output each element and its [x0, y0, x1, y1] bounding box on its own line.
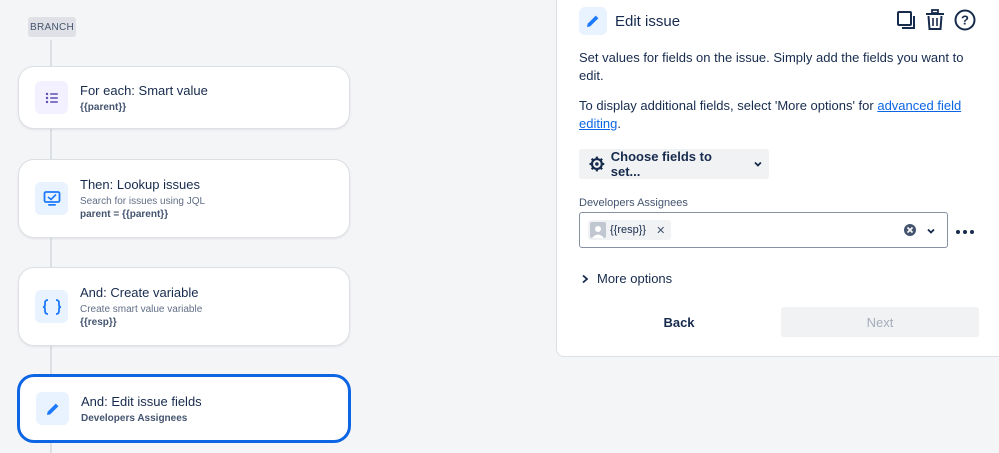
braces-icon — [35, 290, 68, 323]
duplicate-icon[interactable] — [894, 8, 918, 32]
svg-text:?: ? — [961, 13, 969, 28]
card-title: And: Create variable — [80, 285, 199, 300]
description-text: To display additional fields, select 'Mo… — [579, 98, 878, 113]
lookup-screen-icon — [35, 182, 68, 215]
branch-tag: BRANCH — [28, 17, 76, 37]
card-subtitle: Search for issues using JQL — [80, 196, 206, 207]
card-detail: {{parent}} — [80, 101, 127, 113]
more-options-label: More options — [597, 271, 673, 286]
remove-chip-icon[interactable]: ✕ — [656, 224, 665, 237]
pencil-icon — [579, 7, 607, 35]
avatar — [590, 222, 606, 238]
help-icon[interactable]: ? — [953, 8, 977, 32]
chevron-right-icon — [582, 274, 589, 283]
back-button[interactable]: Back — [579, 307, 779, 337]
rule-card-create-variable[interactable]: And: Create variable Create smart value … — [18, 267, 350, 346]
card-subtitle: Create smart value variable — [80, 304, 203, 315]
choose-fields-button[interactable]: Choose fields to set... — [579, 149, 769, 179]
trash-icon[interactable] — [923, 8, 947, 32]
panel-title: Edit issue — [615, 13, 681, 30]
rule-card-lookup-issues[interactable]: Then: Lookup issues Search for issues us… — [18, 159, 350, 238]
card-title: Then: Lookup issues — [80, 177, 200, 192]
panel-description: Set values for fields on the issue. Simp… — [579, 50, 964, 83]
card-detail: {{resp}} — [80, 317, 117, 328]
next-button[interactable]: Next — [781, 307, 979, 337]
gear-icon — [589, 156, 605, 172]
clear-icon[interactable] — [903, 223, 917, 242]
card-title: And: Edit issue fields — [81, 393, 202, 409]
edit-issue-panel: Edit issue ? Set values for fields on th… — [556, 0, 999, 357]
card-detail: parent = {{parent}} — [80, 209, 169, 220]
rule-card-for-each[interactable]: For each: Smart value {{parent}} — [18, 66, 350, 129]
card-detail: Developers Assignees — [81, 412, 188, 424]
developers-assignees-select[interactable]: {{resp}} ✕ — [579, 212, 948, 248]
chevron-down-icon[interactable] — [925, 224, 937, 242]
list-icon — [35, 81, 68, 114]
more-options-toggle[interactable]: More options — [581, 271, 672, 286]
choose-fields-label: Choose fields to set... — [610, 149, 712, 179]
description-suffix: . — [617, 116, 621, 131]
user-chip: {{resp}} ✕ — [588, 220, 672, 240]
rule-card-edit-issue-fields[interactable]: And: Edit issue fields Developers Assign… — [18, 375, 350, 442]
pencil-icon — [36, 392, 69, 425]
panel-description-more: To display additional fields, select 'Mo… — [579, 97, 979, 133]
card-title: For each: Smart value — [80, 82, 208, 98]
chevron-down-icon — [754, 161, 762, 167]
developers-assignees-label: Developers Assignees — [579, 197, 688, 209]
user-chip-label: {{resp}} — [610, 224, 647, 236]
more-actions-icon[interactable] — [955, 222, 975, 240]
